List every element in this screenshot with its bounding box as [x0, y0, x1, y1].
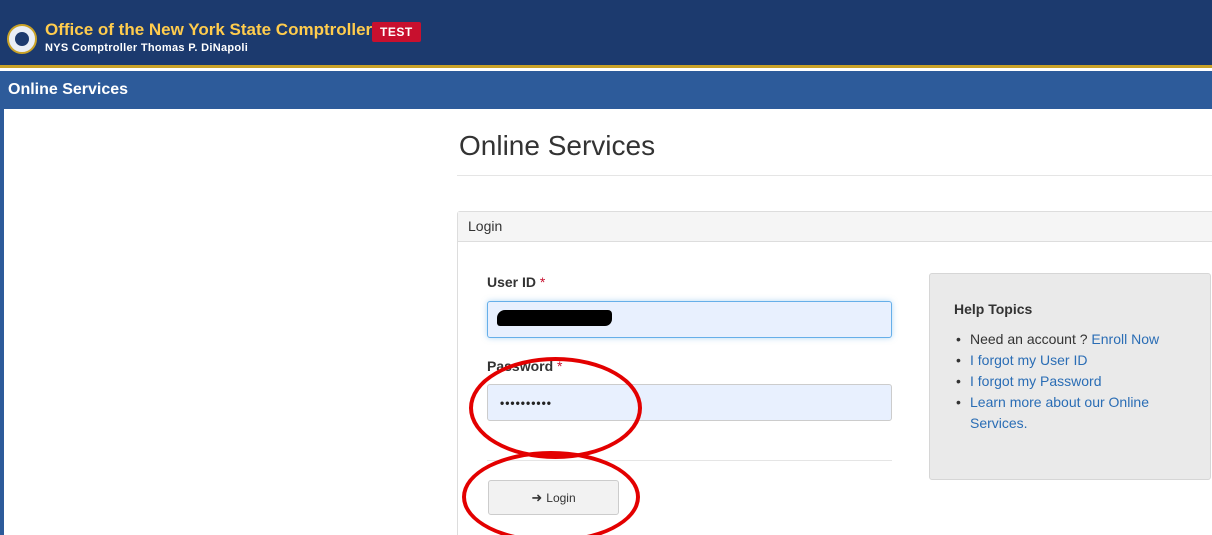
help-item-text: Need an account ? — [970, 331, 1088, 347]
help-item-learn-more: Learn more about our Online Services. — [954, 392, 1184, 434]
user-id-label-text: User ID — [487, 274, 537, 290]
site-title[interactable]: Office of the New York State Comptroller — [45, 20, 372, 40]
annotation-circle-password — [469, 357, 642, 459]
nav-online-services[interactable]: Online Services — [8, 81, 128, 99]
user-id-label: User ID * — [487, 274, 545, 290]
page-title: Online Services — [459, 130, 656, 161]
forgot-password-link[interactable]: I forgot my Password — [970, 373, 1102, 389]
enroll-now-link[interactable]: Enroll Now — [1091, 331, 1159, 347]
nav-bar: Online Services — [0, 71, 1212, 109]
redaction-mark — [497, 310, 612, 326]
help-topics-list: Need an account ? Enroll Now I forgot my… — [954, 329, 1184, 434]
forgot-user-id-link[interactable]: I forgot my User ID — [970, 352, 1087, 368]
help-topics-title: Help Topics — [954, 301, 1033, 317]
help-item-forgot-user-id: I forgot my User ID — [954, 350, 1184, 371]
title-divider — [457, 175, 1212, 176]
site-subtitle: NYS Comptroller Thomas P. DiNapoli — [45, 42, 249, 54]
help-topics-box: Help Topics Need an account ? Enroll Now… — [929, 273, 1211, 480]
learn-more-link[interactable]: Learn more about our Online Services. — [970, 394, 1149, 431]
help-item-enroll: Need an account ? Enroll Now — [954, 329, 1184, 350]
login-panel-heading: Login — [458, 212, 1212, 242]
nys-seal-icon — [7, 24, 37, 54]
environment-badge: TEST — [372, 22, 421, 42]
left-border — [0, 109, 4, 535]
required-marker: * — [539, 274, 546, 290]
help-item-forgot-password: I forgot my Password — [954, 371, 1184, 392]
site-header: Office of the New York State Comptroller… — [0, 0, 1212, 68]
annotation-circle-login — [462, 451, 640, 535]
